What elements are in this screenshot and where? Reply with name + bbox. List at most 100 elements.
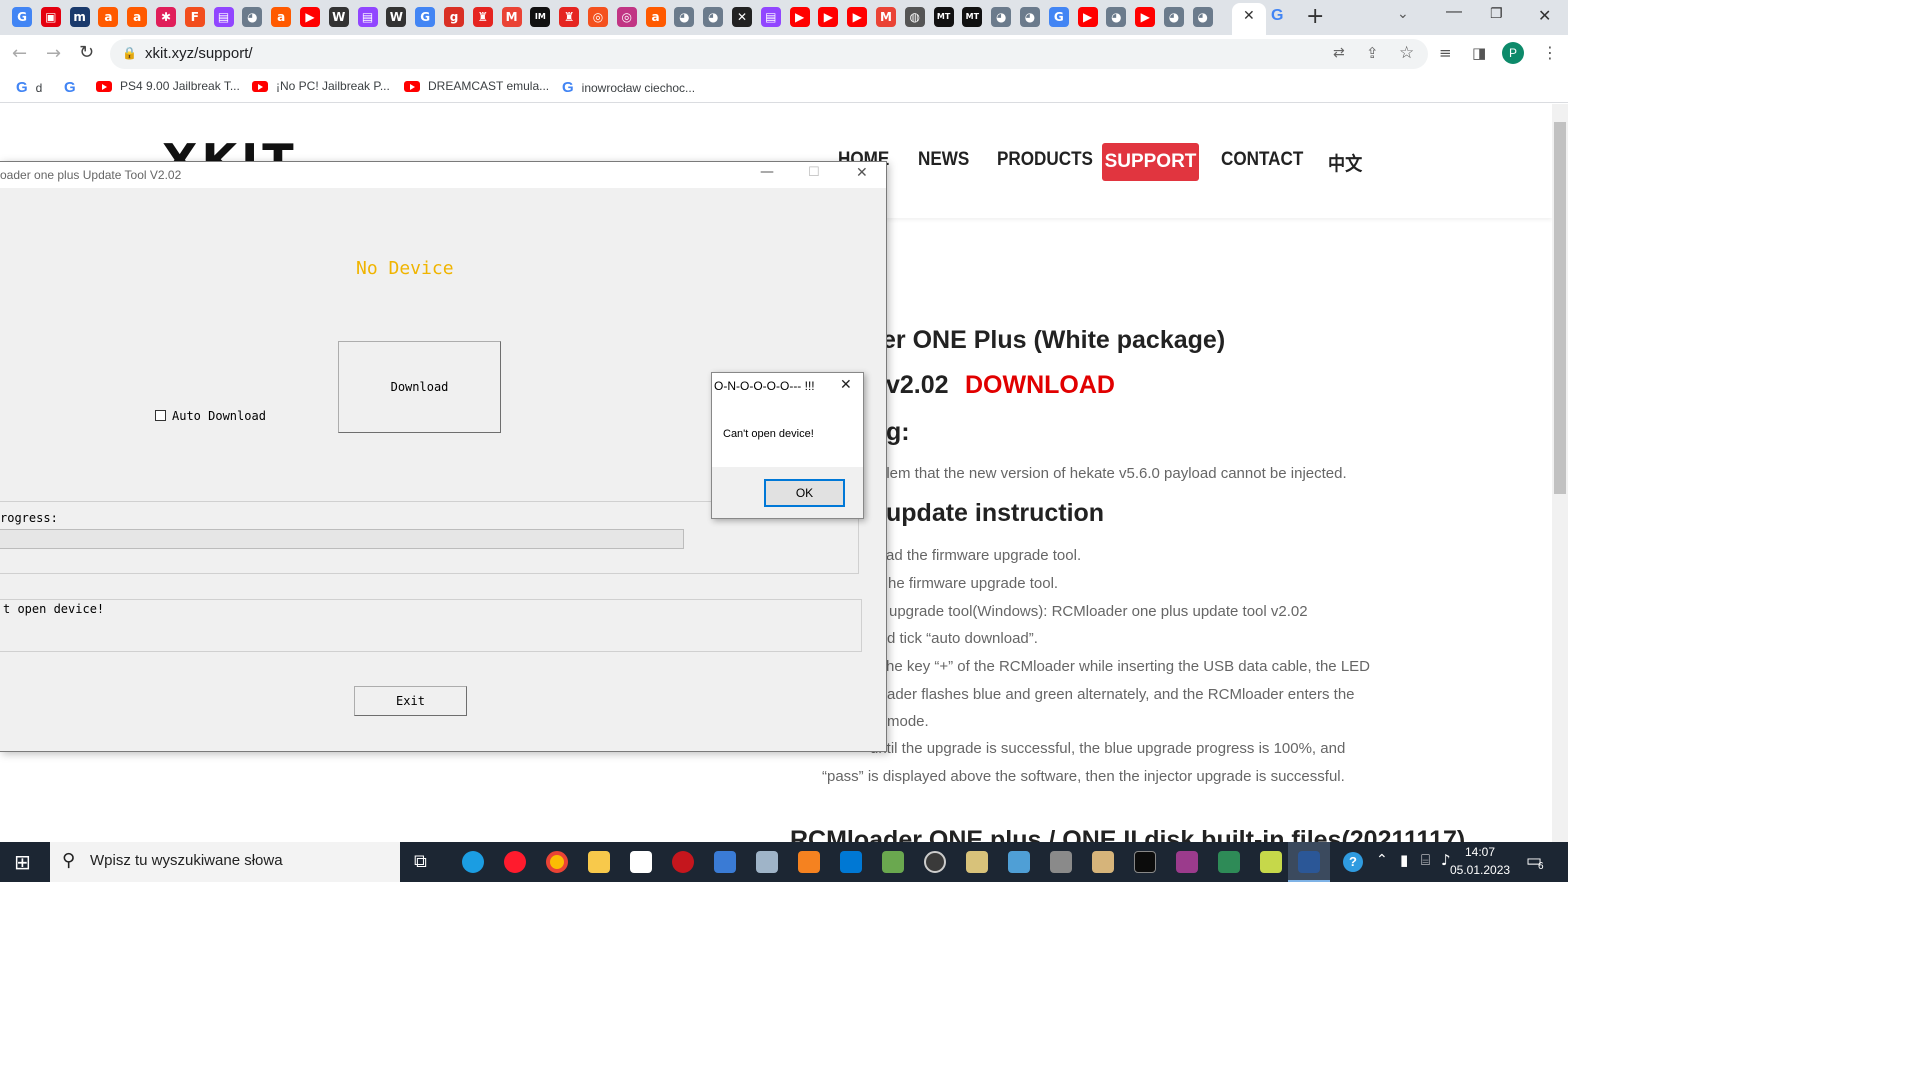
- bookmark-item[interactable]: G: [64, 79, 76, 96]
- auto-download-checkbox[interactable]: [155, 410, 166, 421]
- google-icon[interactable]: G: [12, 7, 32, 27]
- menu-icon[interactable]: ⋮: [1542, 43, 1558, 62]
- new-tab-icon[interactable]: +: [1306, 4, 1324, 29]
- close-tab-icon[interactable]: ✕: [1243, 8, 1255, 24]
- side-panel-icon[interactable]: ◨: [1472, 44, 1486, 62]
- close-window-icon[interactable]: ✕: [1538, 6, 1551, 25]
- help-icon[interactable]: ?: [1343, 852, 1363, 872]
- mt-icon[interactable]: MT: [933, 7, 954, 27]
- twitch-icon[interactable]: ▤: [760, 7, 781, 27]
- update-tool-icon[interactable]: [1298, 851, 1320, 873]
- youtube-icon[interactable]: ▶: [847, 7, 868, 27]
- chevron-up-icon[interactable]: ⌃: [1376, 852, 1388, 868]
- youtube-icon[interactable]: ▶: [1077, 7, 1098, 27]
- close-icon[interactable]: ✕: [856, 165, 868, 181]
- nav-products[interactable]: PRODUCTS: [997, 149, 1093, 171]
- app-dark-icon[interactable]: [1050, 851, 1072, 873]
- log-output[interactable]: t open device!: [0, 599, 862, 652]
- app-orange-icon[interactable]: [798, 851, 820, 873]
- clock-time[interactable]: 14:07: [1465, 845, 1495, 859]
- cat-icon[interactable]: ◕: [703, 7, 724, 27]
- cat-icon[interactable]: ◕: [1192, 7, 1213, 27]
- im-icon[interactable]: IM: [530, 7, 551, 27]
- reload-icon[interactable]: ↻: [79, 42, 94, 63]
- app-titlebar[interactable]: oader one plus Update Tool V2.02 — ☐ ✕: [0, 162, 886, 188]
- cat-icon[interactable]: ◕: [1020, 7, 1040, 27]
- task-view-icon[interactable]: ⧉: [414, 851, 427, 872]
- cat-icon[interactable]: ◕: [242, 7, 263, 27]
- swirl-icon[interactable]: ◎: [588, 7, 608, 27]
- nintendo-icon[interactable]: ▣: [40, 7, 61, 27]
- bookmark-item[interactable]: Ginowrocław ciechoc...: [562, 79, 695, 96]
- wikipedia-icon[interactable]: W: [386, 7, 407, 27]
- twitch-icon[interactable]: ▤: [213, 7, 234, 27]
- translate-icon[interactable]: ⇄: [1333, 45, 1345, 61]
- microphone-icon[interactable]: ▮: [1400, 851, 1408, 869]
- cat-icon[interactable]: ◕: [674, 7, 695, 27]
- google-icon[interactable]: G: [1048, 7, 1069, 27]
- star-icon[interactable]: ☆: [1399, 43, 1414, 63]
- file-explorer-icon[interactable]: [588, 851, 610, 873]
- app-teal-icon[interactable]: [1218, 851, 1240, 873]
- allegro-icon[interactable]: a: [127, 7, 148, 27]
- nav-language[interactable]: 中文: [1328, 149, 1362, 176]
- app-green-icon[interactable]: [882, 851, 904, 873]
- nav-support[interactable]: SUPPORT: [1102, 143, 1199, 181]
- download-link[interactable]: DOWNLOAD: [965, 371, 1115, 400]
- slack-icon[interactable]: ✱: [156, 7, 176, 27]
- globe-icon[interactable]: ◍: [904, 7, 925, 27]
- ok-button[interactable]: OK: [764, 479, 845, 507]
- address-bar[interactable]: [110, 39, 1428, 69]
- auto-download-label[interactable]: Auto Download: [172, 409, 266, 423]
- cat-icon[interactable]: ◕: [991, 7, 1012, 27]
- youtube-icon[interactable]: ▶: [1135, 7, 1156, 27]
- youtube-icon[interactable]: ▶: [300, 7, 320, 27]
- app-blue-icon[interactable]: [1008, 851, 1030, 873]
- vscode-icon[interactable]: [840, 851, 862, 873]
- winrar-icon[interactable]: [1176, 851, 1198, 873]
- youtube-icon[interactable]: ▶: [818, 7, 839, 27]
- forward-icon[interactable]: →: [46, 43, 61, 64]
- cat-icon[interactable]: ◕: [1106, 7, 1127, 27]
- allegro-icon[interactable]: a: [98, 7, 119, 27]
- x-tools-icon[interactable]: ✕: [732, 7, 752, 27]
- mario-icon[interactable]: ♜: [472, 7, 493, 27]
- nav-contact[interactable]: CONTACT: [1221, 149, 1303, 171]
- bookmark-item[interactable]: Gd: [16, 79, 42, 96]
- app-gray-icon[interactable]: [756, 851, 778, 873]
- cat-icon[interactable]: ◕: [1164, 7, 1184, 27]
- windows-start-icon[interactable]: ⊞: [14, 850, 31, 874]
- allegro-icon[interactable]: a: [271, 7, 292, 27]
- g-red-icon[interactable]: g: [444, 7, 464, 27]
- bookmark-item[interactable]: PS4 9.00 Jailbreak T...: [96, 79, 240, 93]
- bookmark-item[interactable]: ¡No PC! Jailbreak P...: [252, 79, 390, 93]
- maximize-icon[interactable]: ❐: [1490, 6, 1503, 22]
- app-beige-icon[interactable]: [1092, 851, 1114, 873]
- taskbar-search[interactable]: ⚲ Wpisz tu wyszukiwane słowa: [50, 842, 400, 882]
- clock-date[interactable]: 05.01.2023: [1450, 863, 1510, 877]
- url-text[interactable]: xkit.xyz/support/: [145, 45, 253, 62]
- edge-icon[interactable]: [462, 851, 484, 873]
- download-button[interactable]: Download: [338, 341, 501, 433]
- google-icon[interactable]: G: [415, 7, 436, 27]
- mt-icon[interactable]: MT: [962, 7, 983, 27]
- avatar[interactable]: P: [1502, 42, 1524, 64]
- network-icon[interactable]: ⌸: [1421, 851, 1430, 869]
- app-lime-icon[interactable]: [1260, 851, 1282, 873]
- photos-icon[interactable]: [714, 851, 736, 873]
- bookmark-item[interactable]: DREAMCAST emula...: [404, 79, 549, 93]
- nav-news[interactable]: NEWS: [918, 149, 969, 171]
- terminal-icon[interactable]: [1134, 851, 1156, 873]
- app-yellow-icon[interactable]: [966, 851, 988, 873]
- figma-icon[interactable]: F: [184, 7, 205, 27]
- obs-icon[interactable]: [924, 851, 946, 873]
- google-icon[interactable]: G: [1271, 7, 1283, 25]
- wikipedia-icon[interactable]: W: [328, 7, 349, 27]
- minimize-icon[interactable]: —: [760, 164, 774, 180]
- opera-icon[interactable]: [504, 851, 526, 873]
- back-icon[interactable]: ←: [12, 43, 27, 64]
- gmail-icon[interactable]: M: [501, 7, 522, 27]
- reading-list-icon[interactable]: ≡: [1439, 44, 1452, 62]
- close-icon[interactable]: ✕: [840, 377, 852, 393]
- youtube-icon[interactable]: ▶: [789, 7, 810, 27]
